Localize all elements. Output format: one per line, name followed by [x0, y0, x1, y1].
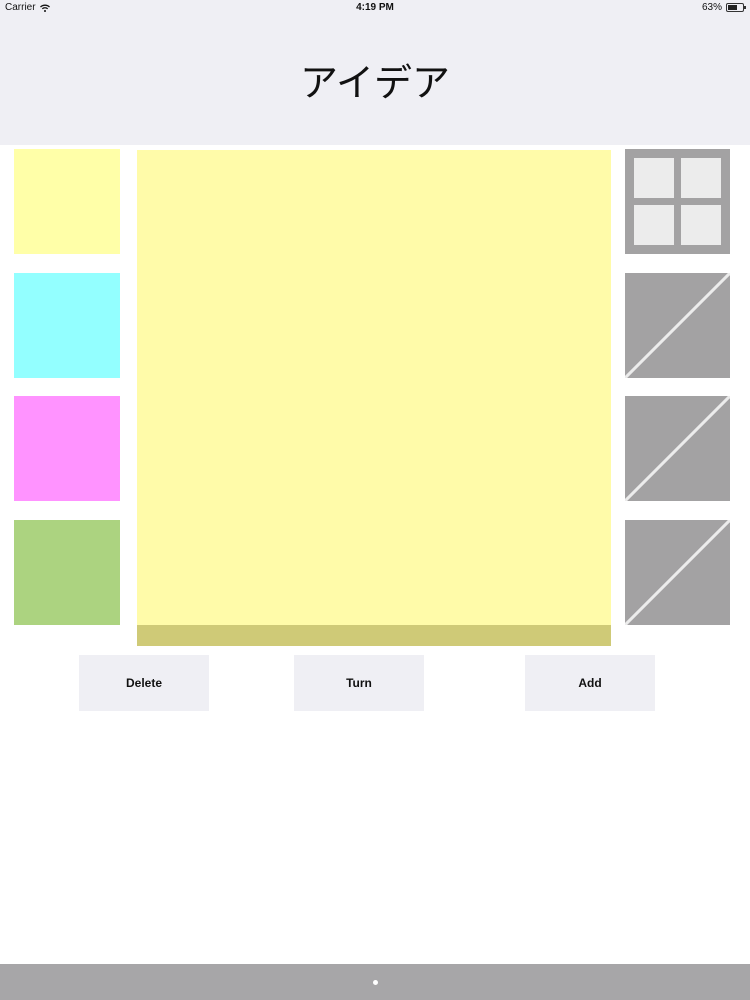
- add-button[interactable]: Add: [525, 655, 655, 711]
- home-indicator-dot: [373, 980, 378, 985]
- color-swatch-magenta[interactable]: [14, 396, 120, 501]
- navigation-header: アイデア: [0, 16, 750, 145]
- layout-diagonal-button[interactable]: [625, 396, 730, 501]
- status-right: 63%: [701, 2, 746, 13]
- sticky-note-canvas[interactable]: [137, 150, 611, 625]
- status-time: 4:19 PM: [356, 2, 394, 13]
- home-indicator-bar: [0, 964, 750, 1000]
- layout-diagonal-button[interactable]: [625, 520, 730, 625]
- diagonal-split-icon: [625, 273, 730, 378]
- layout-grid-button[interactable]: [625, 149, 730, 254]
- color-swatch-yellow[interactable]: [14, 149, 120, 254]
- color-swatch-cyan[interactable]: [14, 273, 120, 378]
- turn-button[interactable]: Turn: [294, 655, 424, 711]
- grid-2x2-icon: [634, 158, 721, 245]
- layout-diagonal-button[interactable]: [625, 273, 730, 378]
- delete-button[interactable]: Delete: [79, 655, 209, 711]
- page-title: アイデア: [299, 61, 451, 105]
- diagonal-split-icon: [625, 396, 730, 501]
- sticky-note-footer: [137, 625, 611, 646]
- status-bar: Carrier 4:19 PM 63%: [0, 0, 750, 16]
- color-swatch-green[interactable]: [14, 520, 120, 625]
- battery-percent: 63%: [701, 2, 722, 13]
- diagonal-split-icon: [625, 520, 730, 625]
- battery-icon: [726, 3, 746, 12]
- battery-fill: [728, 5, 737, 10]
